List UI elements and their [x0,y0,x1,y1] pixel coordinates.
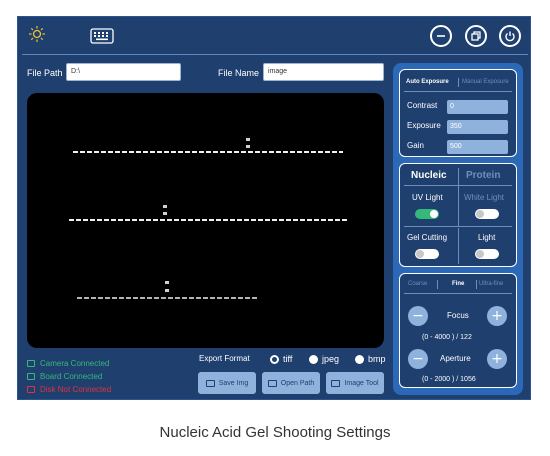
tab-ultra-fine[interactable]: Ultra-fine [479,281,503,287]
gel-marker [165,289,169,292]
tab-underline [404,293,512,294]
light-toggle[interactable] [475,249,499,259]
folder-icon [267,379,277,387]
file-name-label: File Name [218,68,260,78]
image-icon [205,379,215,387]
board-status: Board Connected [27,370,102,382]
top-divider [22,54,528,55]
radio-selected-icon [270,354,279,364]
contrast-label: Contrast [407,101,438,110]
contrast-input[interactable]: 0 [447,100,508,114]
gel-band-row-1 [73,151,343,153]
uv-light-toggle[interactable] [415,209,439,219]
export-option-tiff[interactable]: tiff [270,354,292,364]
gel-marker [165,281,169,284]
gel-marker [246,145,250,148]
disk-status-text: Disk Not Connected [40,384,112,394]
mode-box: Nucleic Protein UV Light White Light Gel… [399,163,517,267]
board-icon [27,372,35,380]
save-img-button[interactable]: Save Img [198,372,256,394]
keyboard-icon[interactable] [90,28,114,44]
focus-label: Focus [447,311,469,320]
focus-decrease-button[interactable]: − [408,306,428,326]
gel-marker [163,205,167,208]
export-format-label: Export Format [199,354,250,363]
tab-nucleic[interactable]: Nucleic [411,170,447,181]
top-bar [18,17,532,55]
mode-divider [458,168,459,226]
light-label: Light [478,233,496,242]
exposure-box: Auto Exposure Manual Exposure Contrast 0… [399,69,517,157]
white-light-label: White Light [464,193,505,202]
gel-image-preview[interactable] [27,93,384,348]
tab-divider [476,280,477,289]
file-name-input[interactable]: image [263,63,384,81]
export-option-jpeg[interactable]: jpeg [309,354,339,364]
gain-input[interactable]: 500 [447,140,508,154]
mode-underline [404,185,512,186]
disk-icon [27,385,35,393]
aperture-increase-button[interactable]: + [487,349,507,369]
tab-fine[interactable]: Fine [452,281,464,287]
file-path-input[interactable]: D:\ [66,63,181,81]
tab-underline [404,91,512,92]
tab-auto-exposure[interactable]: Auto Exposure [406,79,449,85]
image-tool-icon [331,379,341,387]
tab-divider [458,78,459,87]
aperture-decrease-button[interactable]: − [408,349,428,369]
radio-icon [309,354,318,364]
caption: Nucleic Acid Gel Shooting Settings [159,424,391,441]
sun-icon[interactable] [28,25,46,43]
camera-status: Camera Connected [27,357,109,369]
aperture-label: Aperture [440,354,471,363]
focus-range-value: (0 - 4000 ) / 122 [422,334,472,341]
gain-label: Gain [407,141,424,150]
camera-status-text: Camera Connected [40,358,110,368]
restore-icon[interactable] [465,25,487,47]
tab-protein[interactable]: Protein [466,170,500,181]
uv-light-label: UV Light [412,193,443,202]
gel-band-row-2 [69,219,347,221]
settings-panel: Auto Exposure Manual Exposure Contrast 0… [393,63,523,395]
minimize-icon[interactable] [430,25,452,47]
camera-icon [27,359,35,367]
tab-coarse[interactable]: Coarse [408,281,427,287]
focus-increase-button[interactable]: + [487,306,507,326]
power-icon[interactable] [499,25,521,47]
file-path-label: File Path [27,68,63,78]
exposure-label: Exposure [407,121,441,130]
exposure-input[interactable]: 350 [447,120,508,134]
tab-manual-exposure[interactable]: Manual Exposure [462,79,509,85]
gel-marker [246,138,250,141]
gel-band-row-3 [77,297,257,299]
white-light-toggle[interactable] [475,209,499,219]
mode-row-divider [404,226,512,227]
radio-icon [355,354,364,364]
gel-marker [163,212,167,215]
image-tool-button[interactable]: Image Tool [326,372,384,394]
open-path-button[interactable]: Open Path [262,372,320,394]
mode-divider [458,228,459,264]
focus-box: Coarse Fine Ultra-fine − Focus + (0 - 40… [399,273,517,388]
tab-divider [437,280,438,289]
app-window: File Path D:\ File Name image Camera Con… [17,16,531,400]
disk-status: Disk Not Connected [27,383,111,395]
gel-cutting-toggle[interactable] [415,249,439,259]
aperture-range-value: (0 - 2000 ) / 1056 [422,376,476,383]
board-status-text: Board Connected [40,371,103,381]
gel-cutting-label: Gel Cutting [407,233,448,242]
export-option-bmp[interactable]: bmp [355,354,386,364]
